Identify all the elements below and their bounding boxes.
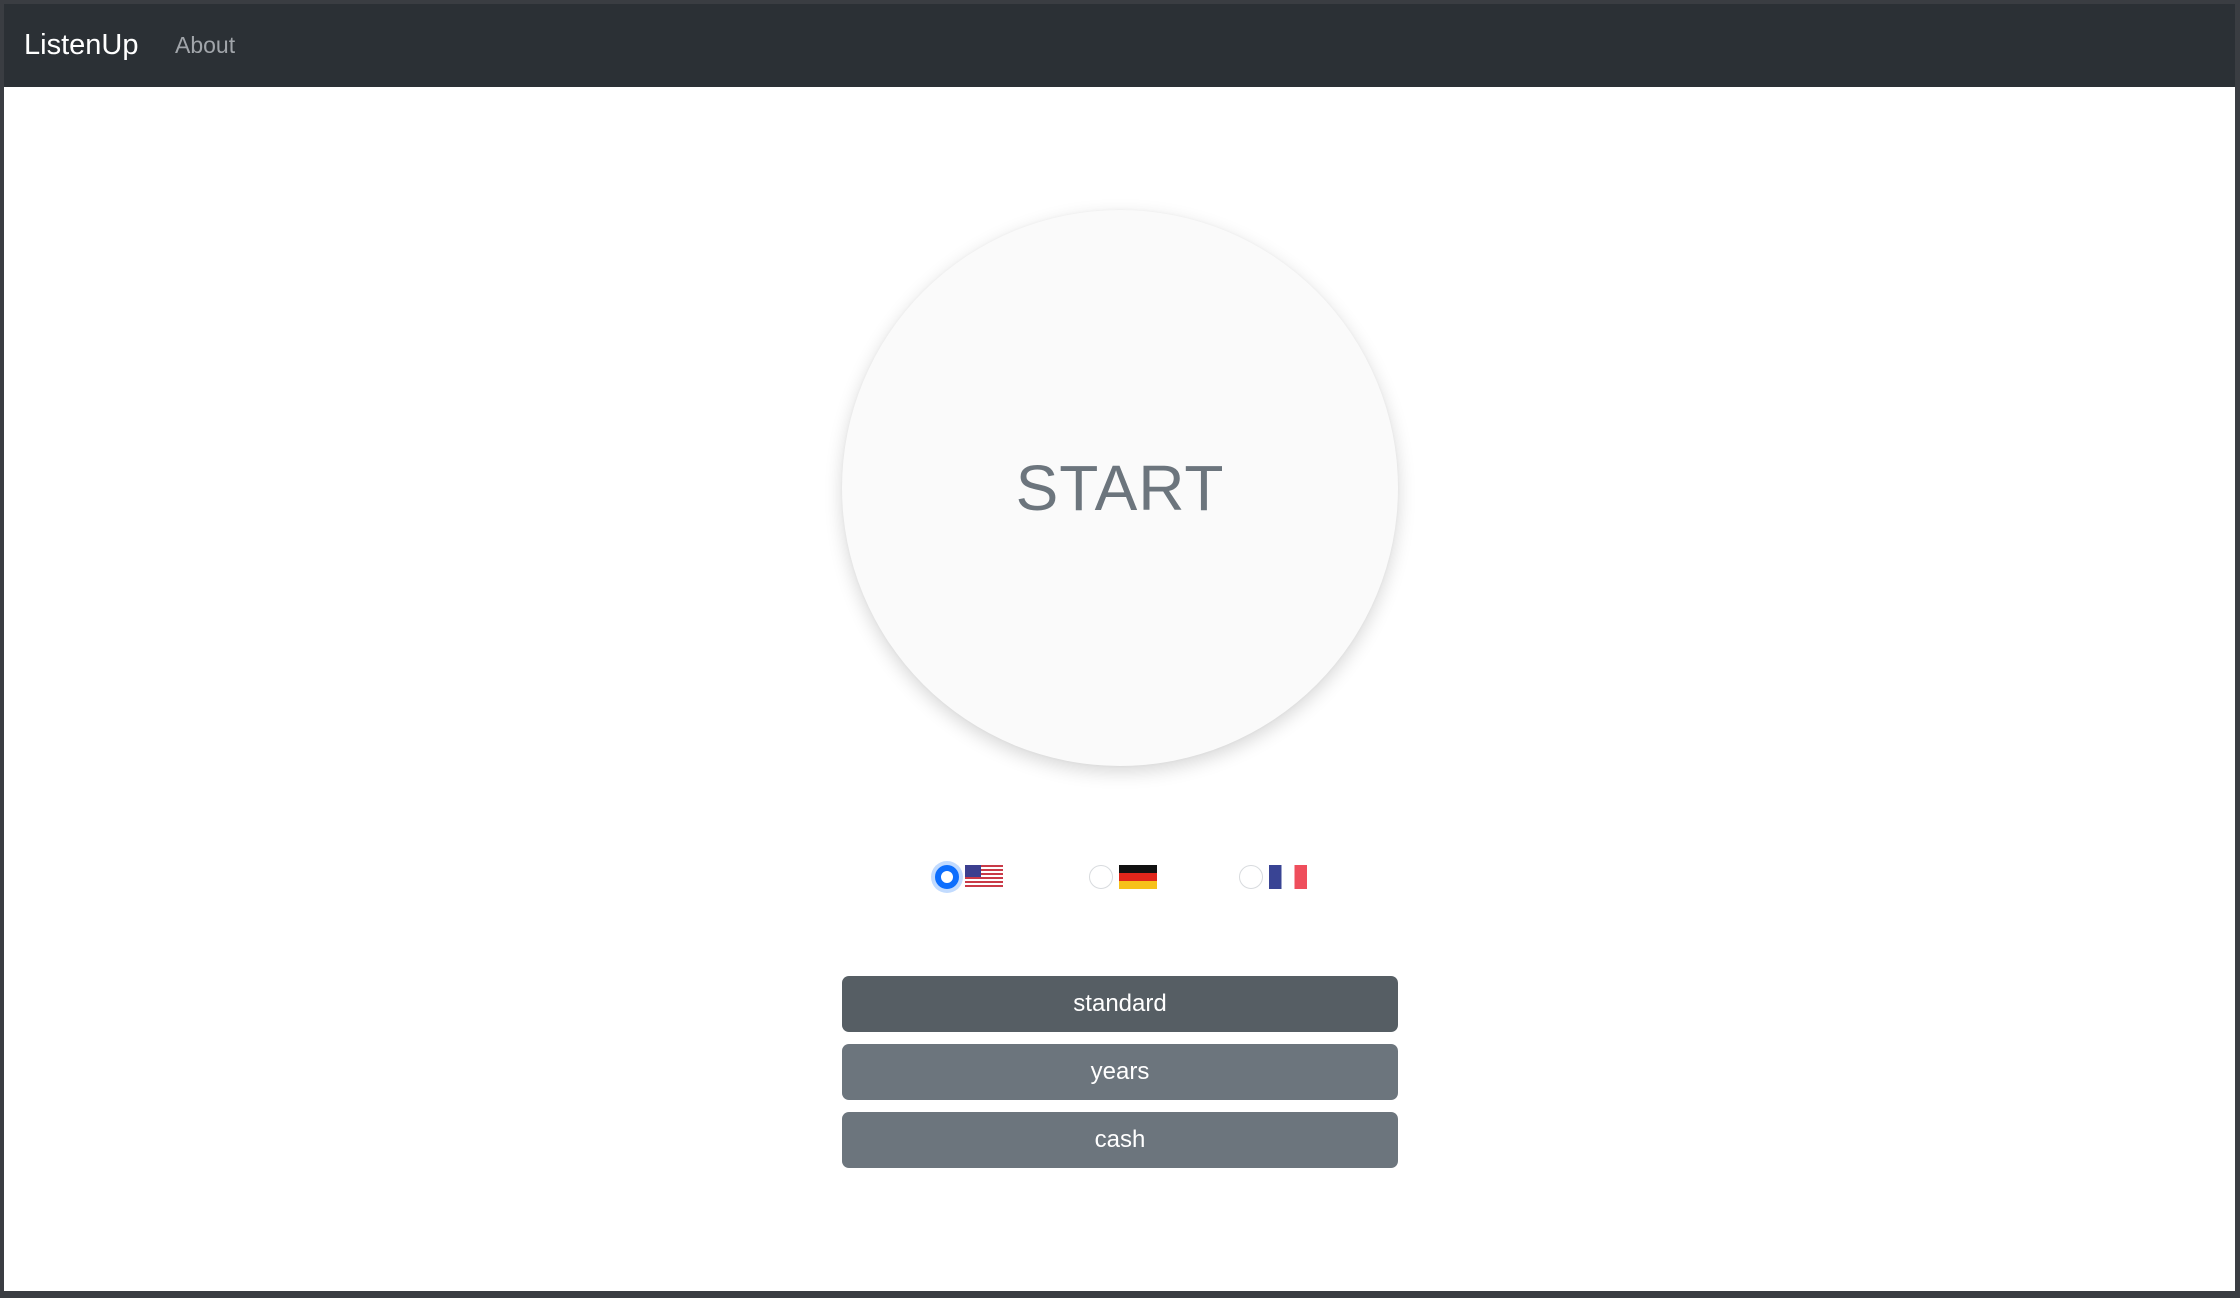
top-navbar: ListenUp About	[4, 4, 2235, 87]
language-radio-us[interactable]	[935, 865, 959, 889]
language-option-us[interactable]	[935, 862, 1003, 892]
mode-button-cash[interactable]: cash	[842, 1112, 1398, 1168]
de-flag-icon	[1119, 865, 1157, 889]
nav-link-about[interactable]: About	[175, 4, 235, 87]
language-radio-fr[interactable]	[1239, 865, 1263, 889]
language-radio-de[interactable]	[1089, 865, 1113, 889]
mode-button-years[interactable]: years	[842, 1044, 1398, 1100]
brand-link[interactable]: ListenUp	[24, 4, 138, 87]
us-flag-canton	[965, 865, 981, 877]
language-option-fr[interactable]	[1239, 862, 1307, 892]
fr-flag-icon	[1269, 865, 1307, 889]
start-label: START	[1015, 452, 1225, 524]
start-button[interactable]: START	[842, 210, 1398, 766]
app-window: ListenUp About START standard years cash	[4, 4, 2235, 1291]
us-flag-icon	[965, 865, 1003, 889]
language-option-de[interactable]	[1089, 862, 1157, 892]
mode-button-standard[interactable]: standard	[842, 976, 1398, 1032]
